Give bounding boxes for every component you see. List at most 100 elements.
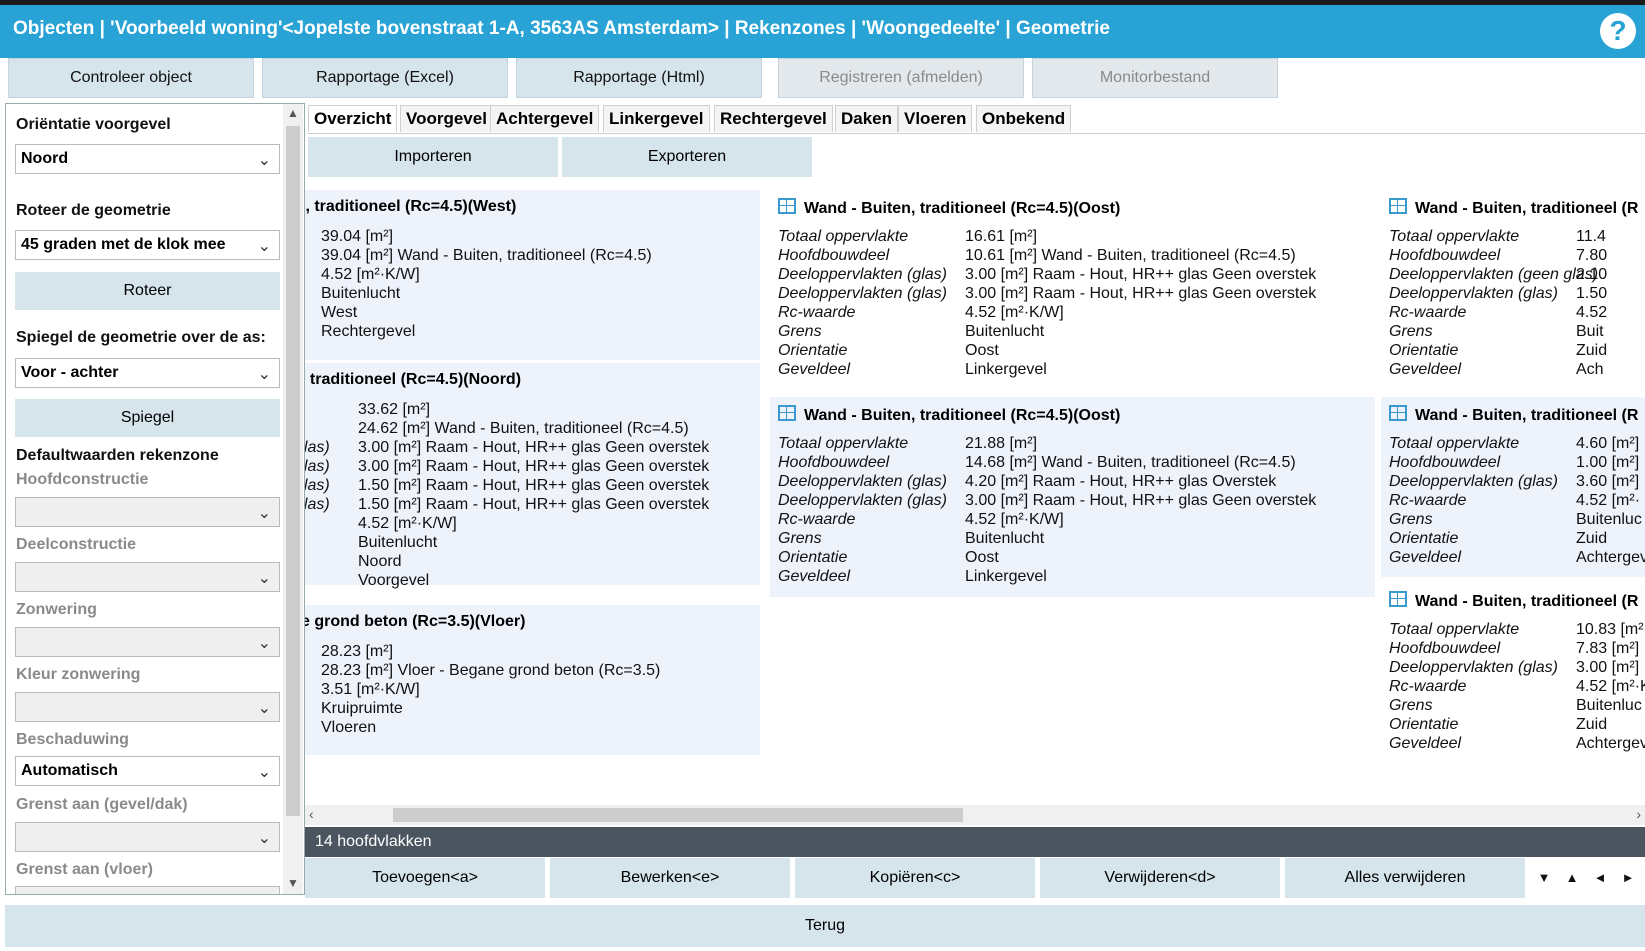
row-value: 28.23 [m²] (321, 643, 394, 660)
row-value: 2.10 (1576, 266, 1608, 283)
tab-rechtergevel[interactable]: Rechtergevel (714, 105, 833, 132)
move-right-icon[interactable]: ► (1617, 858, 1639, 898)
exporteren-button[interactable]: Exporteren (562, 137, 812, 177)
surface-card[interactable]: Wand - Buiten, traditioneel (R Totaal opp… (1381, 583, 1645, 763)
kopieren-button[interactable]: Kopiëren<c> (795, 858, 1035, 898)
grenst-vloer-select[interactable] (15, 886, 280, 894)
surface-card[interactable]: i, traditioneel (Rc=4.5)(West) 39.04 [m²]… (305, 190, 760, 360)
row-key: Totaal oppervlakte (1389, 621, 1520, 638)
scroll-up-icon[interactable]: ▲ (287, 106, 299, 120)
deelconstructie-select[interactable]: ⌄ (15, 562, 280, 592)
row-value: Buitenlucht (358, 534, 438, 551)
move-up-icon[interactable]: ▲ (1561, 858, 1583, 898)
tab-achtergevel[interactable]: Achtergevel (490, 105, 600, 132)
h-scroll-thumb[interactable] (393, 808, 963, 822)
surface-card[interactable]: Wand - Buiten, traditioneel (Rc=4.5)(Oos… (770, 190, 1375, 385)
importeren-button[interactable]: Importeren (308, 137, 558, 177)
orientation-select[interactable]: Noord ⌄ (15, 144, 280, 174)
mirror-select[interactable]: Voor - achter ⌄ (15, 358, 280, 388)
tab-overzicht[interactable]: Overzicht (308, 105, 398, 132)
monitorbestand-button[interactable]: Monitorbestand (1032, 58, 1278, 98)
row-value: Oost (965, 549, 999, 566)
card-title: Wand - Buiten, traditioneel (R (1389, 405, 1638, 425)
chevron-down-icon: ⌄ (257, 700, 271, 717)
chevron-down-icon: ⌄ (257, 152, 271, 169)
grenst-gevel-select[interactable]: ⌄ (15, 822, 280, 852)
row-value: Vloeren (321, 719, 377, 736)
row-key: Orientatie (1389, 716, 1459, 733)
rapportage-html-button[interactable]: Rapportage (Html) (516, 58, 762, 98)
row-value: Buitenluc (1576, 697, 1642, 714)
tab-voorgevel[interactable]: Voorgevel (400, 105, 493, 132)
row-value: 39.04 [m²] (321, 228, 394, 245)
surface-card[interactable]: Wand - Buiten, traditioneel (R Totaal opp… (1381, 190, 1645, 385)
window-title: Objecten | 'Voorbeeld woning'<Jopelste b… (13, 18, 1110, 39)
row-value: 7.80 (1576, 247, 1608, 264)
table-icon (778, 198, 796, 214)
scroll-down-icon[interactable]: ▼ (287, 876, 299, 890)
tab-bar: Overzicht Voorgevel Achtergevel Linkerge… (308, 105, 1645, 134)
registreren-button[interactable]: Registreren (afmelden) (778, 58, 1024, 98)
zonwering-select[interactable]: ⌄ (15, 627, 280, 657)
controleer-object-button[interactable]: Controleer object (8, 58, 254, 98)
bewerken-button[interactable]: Bewerken<e> (550, 858, 790, 898)
row-key: Geveldeel (778, 361, 851, 378)
tab-linkergevel[interactable]: Linkergevel (603, 105, 710, 132)
surface-card[interactable]: e grond beton (Rc=3.5)(Vloer) 28.23 [m²] 2… (305, 605, 760, 755)
card-title-text: Wand - Buiten, traditioneel (R (1415, 593, 1639, 610)
row-value: Ach (1576, 361, 1604, 378)
terug-button[interactable]: Terug (5, 905, 1645, 947)
spiegel-button[interactable]: Spiegel (15, 399, 280, 437)
help-icon[interactable]: ? (1600, 13, 1636, 49)
kleur-zonwering-select[interactable]: ⌄ (15, 692, 280, 722)
toevoegen-button[interactable]: Toevoegen<a> (305, 858, 545, 898)
row-key: Geveldeel (1389, 549, 1462, 566)
tab-vloeren[interactable]: Vloeren (898, 105, 973, 132)
hoofdconstructie-select[interactable]: ⌄ (15, 497, 280, 527)
tab-daken[interactable]: Daken (835, 105, 899, 132)
card-title-text: Wand - Buiten, traditioneel (Rc=4.5)(Oos… (804, 407, 1121, 424)
row-value: Zuid (1576, 716, 1608, 733)
move-left-icon[interactable]: ◄ (1589, 858, 1611, 898)
surface-card[interactable]: Wand - Buiten, traditioneel (Rc=4.5)(Oos… (770, 397, 1375, 597)
surface-card[interactable]: , traditioneel (Rc=4.5)(Noord) 33.62 [m²]… (305, 363, 760, 589)
orientation-label: Oriëntatie voorgevel (16, 116, 171, 133)
beschaduwing-select[interactable]: Automatisch ⌄ (15, 756, 280, 786)
mirror-label: Spiegel de geometrie over de as: (16, 329, 266, 346)
row-key: Grens (1389, 697, 1433, 714)
row-key: Orientatie (1389, 342, 1459, 359)
row-value: Oost (965, 342, 999, 359)
row-key: Totaal oppervlakte (1389, 435, 1520, 452)
row-key: Hoofdbouwdeel (1389, 454, 1501, 471)
chevron-down-icon: ⌄ (257, 366, 271, 383)
scroll-right-icon[interactable]: › (1636, 806, 1641, 822)
row-key: glas) (305, 496, 330, 513)
scroll-thumb[interactable] (286, 126, 300, 816)
card-title: Wand - Buiten, traditioneel (Rc=4.5)(Oos… (778, 405, 1120, 425)
row-value: Linkergevel (965, 361, 1047, 378)
move-down-icon[interactable]: ▼ (1533, 858, 1555, 898)
row-value: 4.52 [m²·K/W] (358, 515, 457, 532)
alles-verwijderen-button[interactable]: Alles verwijderen (1285, 858, 1525, 898)
rapportage-excel-button[interactable]: Rapportage (Excel) (262, 58, 508, 98)
left-scrollbar[interactable]: ▲ ▼ (283, 104, 303, 894)
horizontal-scrollbar[interactable]: ‹ › (305, 805, 1645, 825)
chevron-down-icon: ⌄ (257, 505, 271, 522)
row-value: Linkergevel (965, 568, 1047, 585)
row-value: 28.23 [m²] Vloer - Begane grond beton (R… (321, 662, 661, 679)
row-value: 10.83 [m² (1576, 621, 1644, 638)
roteer-button[interactable]: Roteer (15, 272, 280, 310)
row-value: 3.00 [m²] Raam - Hout, HR++ glas Geen ov… (965, 266, 1317, 283)
row-value: 3.60 [m²] (1576, 473, 1640, 490)
row-value: 3.00 [m²] Raam - Hout, HR++ glas Geen ov… (965, 492, 1317, 509)
row-value: 4.52 (1576, 304, 1608, 321)
scroll-left-icon[interactable]: ‹ (309, 806, 314, 822)
verwijderen-button[interactable]: Verwijderen<d> (1040, 858, 1280, 898)
row-key: Deeloppervlakten (glas) (1389, 473, 1558, 490)
table-icon (1389, 405, 1407, 421)
row-key: Rc-waarde (778, 304, 856, 321)
rotate-select[interactable]: 45 graden met de klok mee ⌄ (15, 230, 280, 260)
surface-card[interactable]: Wand - Buiten, traditioneel (R Totaal opp… (1381, 397, 1645, 577)
chevron-down-icon: ⌄ (257, 830, 271, 847)
tab-onbekend[interactable]: Onbekend (976, 105, 1072, 132)
